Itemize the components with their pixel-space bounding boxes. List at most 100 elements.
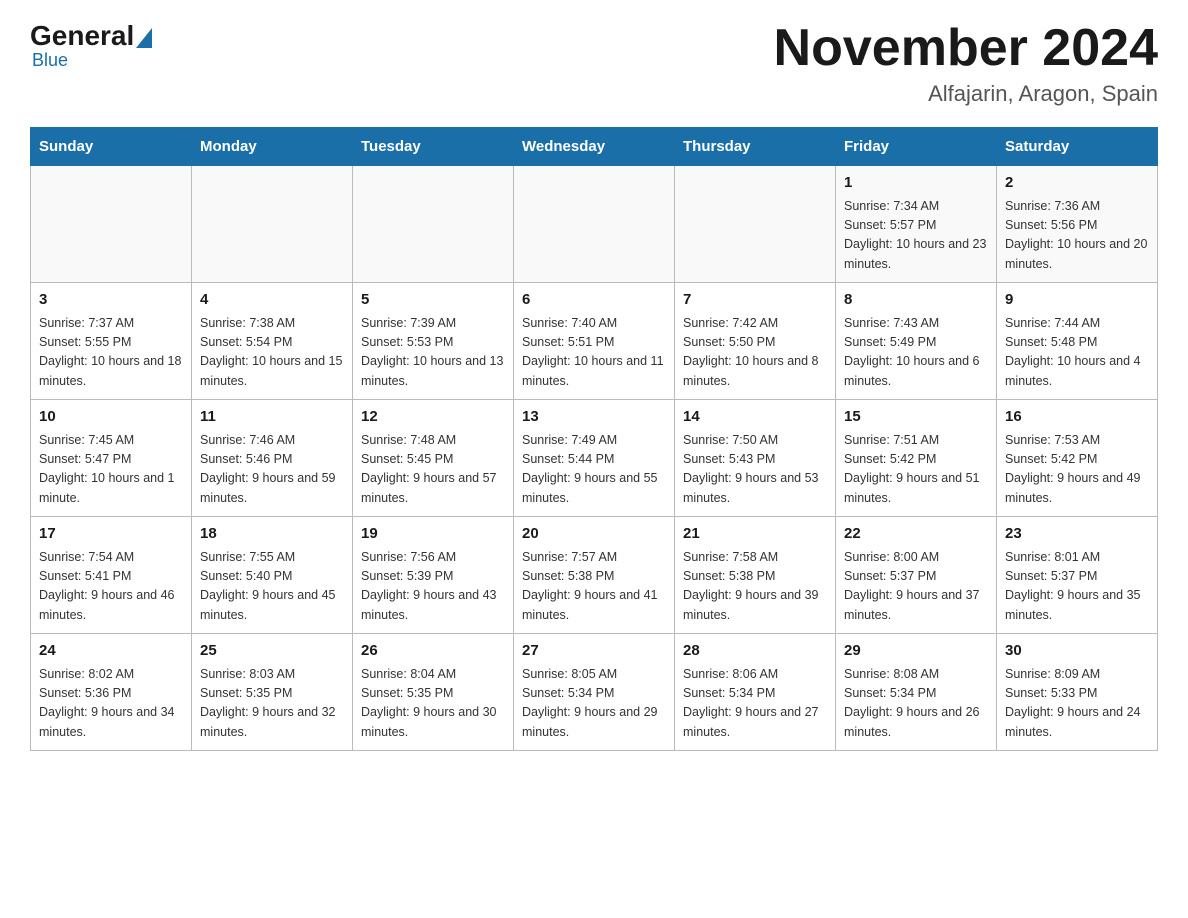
- day-number: 24: [39, 640, 183, 663]
- day-number: 25: [200, 640, 344, 663]
- header-monday: Monday: [192, 128, 353, 166]
- title-block: November 2024 Alfajarin, Aragon, Spain: [774, 20, 1158, 107]
- table-row: 17Sunrise: 7:54 AM Sunset: 5:41 PM Dayli…: [31, 517, 192, 634]
- day-info: Sunrise: 8:08 AM Sunset: 5:34 PM Dayligh…: [844, 665, 988, 743]
- day-number: 4: [200, 289, 344, 312]
- day-number: 9: [1005, 289, 1149, 312]
- table-row: 3Sunrise: 7:37 AM Sunset: 5:55 PM Daylig…: [31, 283, 192, 400]
- table-row: 16Sunrise: 7:53 AM Sunset: 5:42 PM Dayli…: [997, 400, 1158, 517]
- day-number: 17: [39, 523, 183, 546]
- day-info: Sunrise: 7:37 AM Sunset: 5:55 PM Dayligh…: [39, 314, 183, 392]
- table-row: 22Sunrise: 8:00 AM Sunset: 5:37 PM Dayli…: [836, 517, 997, 634]
- day-info: Sunrise: 8:06 AM Sunset: 5:34 PM Dayligh…: [683, 665, 827, 743]
- day-info: Sunrise: 7:43 AM Sunset: 5:49 PM Dayligh…: [844, 314, 988, 392]
- header-saturday: Saturday: [997, 128, 1158, 166]
- table-row: [353, 166, 514, 283]
- table-row: 23Sunrise: 8:01 AM Sunset: 5:37 PM Dayli…: [997, 517, 1158, 634]
- day-number: 20: [522, 523, 666, 546]
- day-info: Sunrise: 8:04 AM Sunset: 5:35 PM Dayligh…: [361, 665, 505, 743]
- day-number: 10: [39, 406, 183, 429]
- calendar-row: 1Sunrise: 7:34 AM Sunset: 5:57 PM Daylig…: [31, 166, 1158, 283]
- calendar-row: 17Sunrise: 7:54 AM Sunset: 5:41 PM Dayli…: [31, 517, 1158, 634]
- table-row: 24Sunrise: 8:02 AM Sunset: 5:36 PM Dayli…: [31, 634, 192, 751]
- day-number: 18: [200, 523, 344, 546]
- day-number: 15: [844, 406, 988, 429]
- table-row: 18Sunrise: 7:55 AM Sunset: 5:40 PM Dayli…: [192, 517, 353, 634]
- day-number: 19: [361, 523, 505, 546]
- table-row: 28Sunrise: 8:06 AM Sunset: 5:34 PM Dayli…: [675, 634, 836, 751]
- table-row: 14Sunrise: 7:50 AM Sunset: 5:43 PM Dayli…: [675, 400, 836, 517]
- month-title: November 2024: [774, 20, 1158, 77]
- header-thursday: Thursday: [675, 128, 836, 166]
- table-row: [192, 166, 353, 283]
- day-info: Sunrise: 7:56 AM Sunset: 5:39 PM Dayligh…: [361, 548, 505, 626]
- day-number: 3: [39, 289, 183, 312]
- day-number: 1: [844, 172, 988, 195]
- table-row: 25Sunrise: 8:03 AM Sunset: 5:35 PM Dayli…: [192, 634, 353, 751]
- logo-triangle-icon: [136, 28, 152, 48]
- day-info: Sunrise: 7:39 AM Sunset: 5:53 PM Dayligh…: [361, 314, 505, 392]
- table-row: 9Sunrise: 7:44 AM Sunset: 5:48 PM Daylig…: [997, 283, 1158, 400]
- day-number: 2: [1005, 172, 1149, 195]
- table-row: 13Sunrise: 7:49 AM Sunset: 5:44 PM Dayli…: [514, 400, 675, 517]
- calendar-row: 10Sunrise: 7:45 AM Sunset: 5:47 PM Dayli…: [31, 400, 1158, 517]
- day-number: 5: [361, 289, 505, 312]
- day-number: 13: [522, 406, 666, 429]
- day-info: Sunrise: 7:50 AM Sunset: 5:43 PM Dayligh…: [683, 431, 827, 509]
- day-info: Sunrise: 7:54 AM Sunset: 5:41 PM Dayligh…: [39, 548, 183, 626]
- table-row: 7Sunrise: 7:42 AM Sunset: 5:50 PM Daylig…: [675, 283, 836, 400]
- table-row: 5Sunrise: 7:39 AM Sunset: 5:53 PM Daylig…: [353, 283, 514, 400]
- day-number: 28: [683, 640, 827, 663]
- table-row: 2Sunrise: 7:36 AM Sunset: 5:56 PM Daylig…: [997, 166, 1158, 283]
- day-info: Sunrise: 7:46 AM Sunset: 5:46 PM Dayligh…: [200, 431, 344, 509]
- table-row: [675, 166, 836, 283]
- day-info: Sunrise: 8:00 AM Sunset: 5:37 PM Dayligh…: [844, 548, 988, 626]
- table-row: 1Sunrise: 7:34 AM Sunset: 5:57 PM Daylig…: [836, 166, 997, 283]
- day-info: Sunrise: 7:58 AM Sunset: 5:38 PM Dayligh…: [683, 548, 827, 626]
- day-number: 23: [1005, 523, 1149, 546]
- day-info: Sunrise: 7:48 AM Sunset: 5:45 PM Dayligh…: [361, 431, 505, 509]
- day-number: 12: [361, 406, 505, 429]
- day-number: 26: [361, 640, 505, 663]
- calendar-row: 3Sunrise: 7:37 AM Sunset: 5:55 PM Daylig…: [31, 283, 1158, 400]
- day-number: 7: [683, 289, 827, 312]
- table-row: 26Sunrise: 8:04 AM Sunset: 5:35 PM Dayli…: [353, 634, 514, 751]
- day-info: Sunrise: 7:40 AM Sunset: 5:51 PM Dayligh…: [522, 314, 666, 392]
- day-info: Sunrise: 7:34 AM Sunset: 5:57 PM Dayligh…: [844, 197, 988, 275]
- calendar-row: 24Sunrise: 8:02 AM Sunset: 5:36 PM Dayli…: [31, 634, 1158, 751]
- day-info: Sunrise: 7:49 AM Sunset: 5:44 PM Dayligh…: [522, 431, 666, 509]
- table-row: 15Sunrise: 7:51 AM Sunset: 5:42 PM Dayli…: [836, 400, 997, 517]
- day-info: Sunrise: 7:45 AM Sunset: 5:47 PM Dayligh…: [39, 431, 183, 509]
- day-number: 6: [522, 289, 666, 312]
- table-row: 6Sunrise: 7:40 AM Sunset: 5:51 PM Daylig…: [514, 283, 675, 400]
- day-info: Sunrise: 7:38 AM Sunset: 5:54 PM Dayligh…: [200, 314, 344, 392]
- day-number: 21: [683, 523, 827, 546]
- page-header: General Blue November 2024 Alfajarin, Ar…: [30, 20, 1158, 107]
- day-info: Sunrise: 7:51 AM Sunset: 5:42 PM Dayligh…: [844, 431, 988, 509]
- day-number: 16: [1005, 406, 1149, 429]
- table-row: 12Sunrise: 7:48 AM Sunset: 5:45 PM Dayli…: [353, 400, 514, 517]
- table-row: 4Sunrise: 7:38 AM Sunset: 5:54 PM Daylig…: [192, 283, 353, 400]
- header-tuesday: Tuesday: [353, 128, 514, 166]
- calendar-table: Sunday Monday Tuesday Wednesday Thursday…: [30, 127, 1158, 751]
- day-number: 22: [844, 523, 988, 546]
- table-row: [31, 166, 192, 283]
- day-info: Sunrise: 7:57 AM Sunset: 5:38 PM Dayligh…: [522, 548, 666, 626]
- day-info: Sunrise: 8:02 AM Sunset: 5:36 PM Dayligh…: [39, 665, 183, 743]
- calendar-header-row: Sunday Monday Tuesday Wednesday Thursday…: [31, 128, 1158, 166]
- table-row: 19Sunrise: 7:56 AM Sunset: 5:39 PM Dayli…: [353, 517, 514, 634]
- day-info: Sunrise: 8:03 AM Sunset: 5:35 PM Dayligh…: [200, 665, 344, 743]
- location-title: Alfajarin, Aragon, Spain: [774, 81, 1158, 107]
- table-row: 29Sunrise: 8:08 AM Sunset: 5:34 PM Dayli…: [836, 634, 997, 751]
- day-number: 8: [844, 289, 988, 312]
- header-friday: Friday: [836, 128, 997, 166]
- day-info: Sunrise: 7:55 AM Sunset: 5:40 PM Dayligh…: [200, 548, 344, 626]
- day-info: Sunrise: 8:01 AM Sunset: 5:37 PM Dayligh…: [1005, 548, 1149, 626]
- table-row: [514, 166, 675, 283]
- logo: General Blue: [30, 20, 152, 71]
- table-row: 20Sunrise: 7:57 AM Sunset: 5:38 PM Dayli…: [514, 517, 675, 634]
- day-info: Sunrise: 7:53 AM Sunset: 5:42 PM Dayligh…: [1005, 431, 1149, 509]
- table-row: 30Sunrise: 8:09 AM Sunset: 5:33 PM Dayli…: [997, 634, 1158, 751]
- day-info: Sunrise: 8:05 AM Sunset: 5:34 PM Dayligh…: [522, 665, 666, 743]
- day-info: Sunrise: 8:09 AM Sunset: 5:33 PM Dayligh…: [1005, 665, 1149, 743]
